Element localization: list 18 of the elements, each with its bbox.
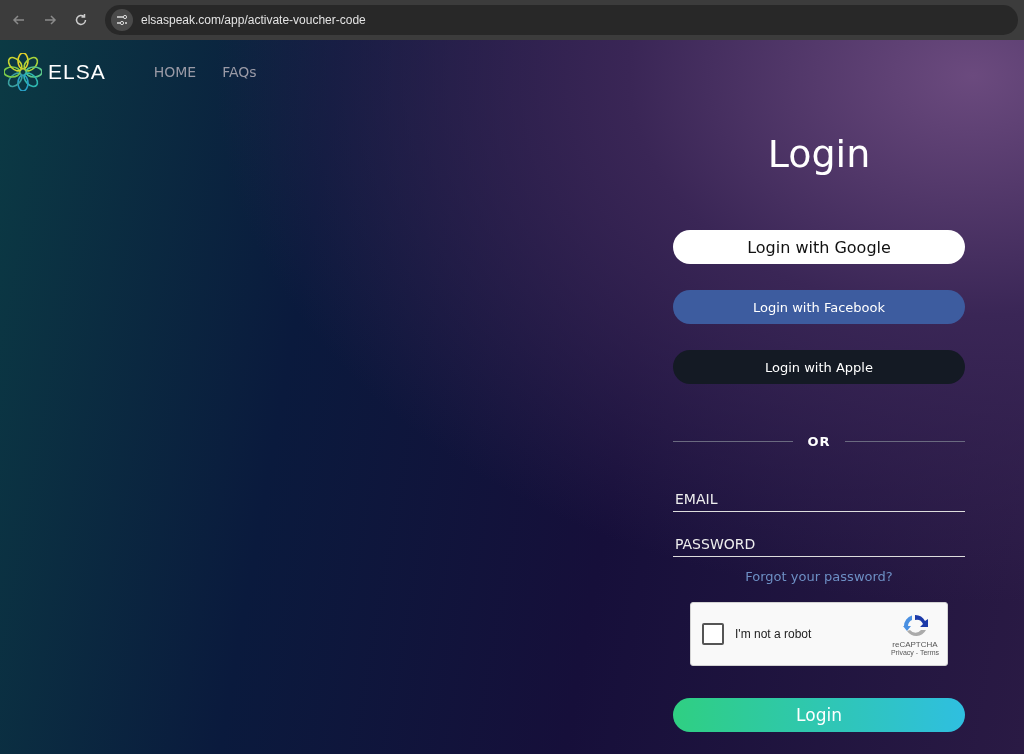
nav-link[interactable]: FAQs	[222, 64, 257, 80]
nav-link[interactable]: HOME	[153, 64, 197, 80]
email-field[interactable]: EMAIL	[673, 487, 965, 512]
password-field[interactable]: PASSWORD	[673, 532, 965, 557]
captcha-checkbox[interactable]	[702, 623, 724, 645]
captcha-brand: reCAPTCHA	[892, 640, 938, 649]
logo-text: ELSA	[48, 60, 106, 84]
forgot-password-link[interactable]: Forgot your password?	[745, 569, 893, 584]
facebook-login-button[interactable]: Login with Facebook	[673, 290, 965, 324]
address-bar[interactable]: elsaspeak.com/app/activate-voucher-code	[105, 5, 1018, 35]
divider-text: OR	[807, 434, 831, 449]
logo-icon	[4, 53, 42, 91]
apple-login-button[interactable]: Login with Apple	[673, 350, 965, 384]
captcha-label: I'm not a robot	[735, 627, 813, 641]
google-login-button[interactable]: Login with Google	[673, 230, 965, 264]
site-settings-icon[interactable]	[111, 9, 133, 31]
login-title: Login	[766, 131, 872, 178]
url-text: elsaspeak.com/app/activate-voucher-code	[141, 13, 366, 27]
